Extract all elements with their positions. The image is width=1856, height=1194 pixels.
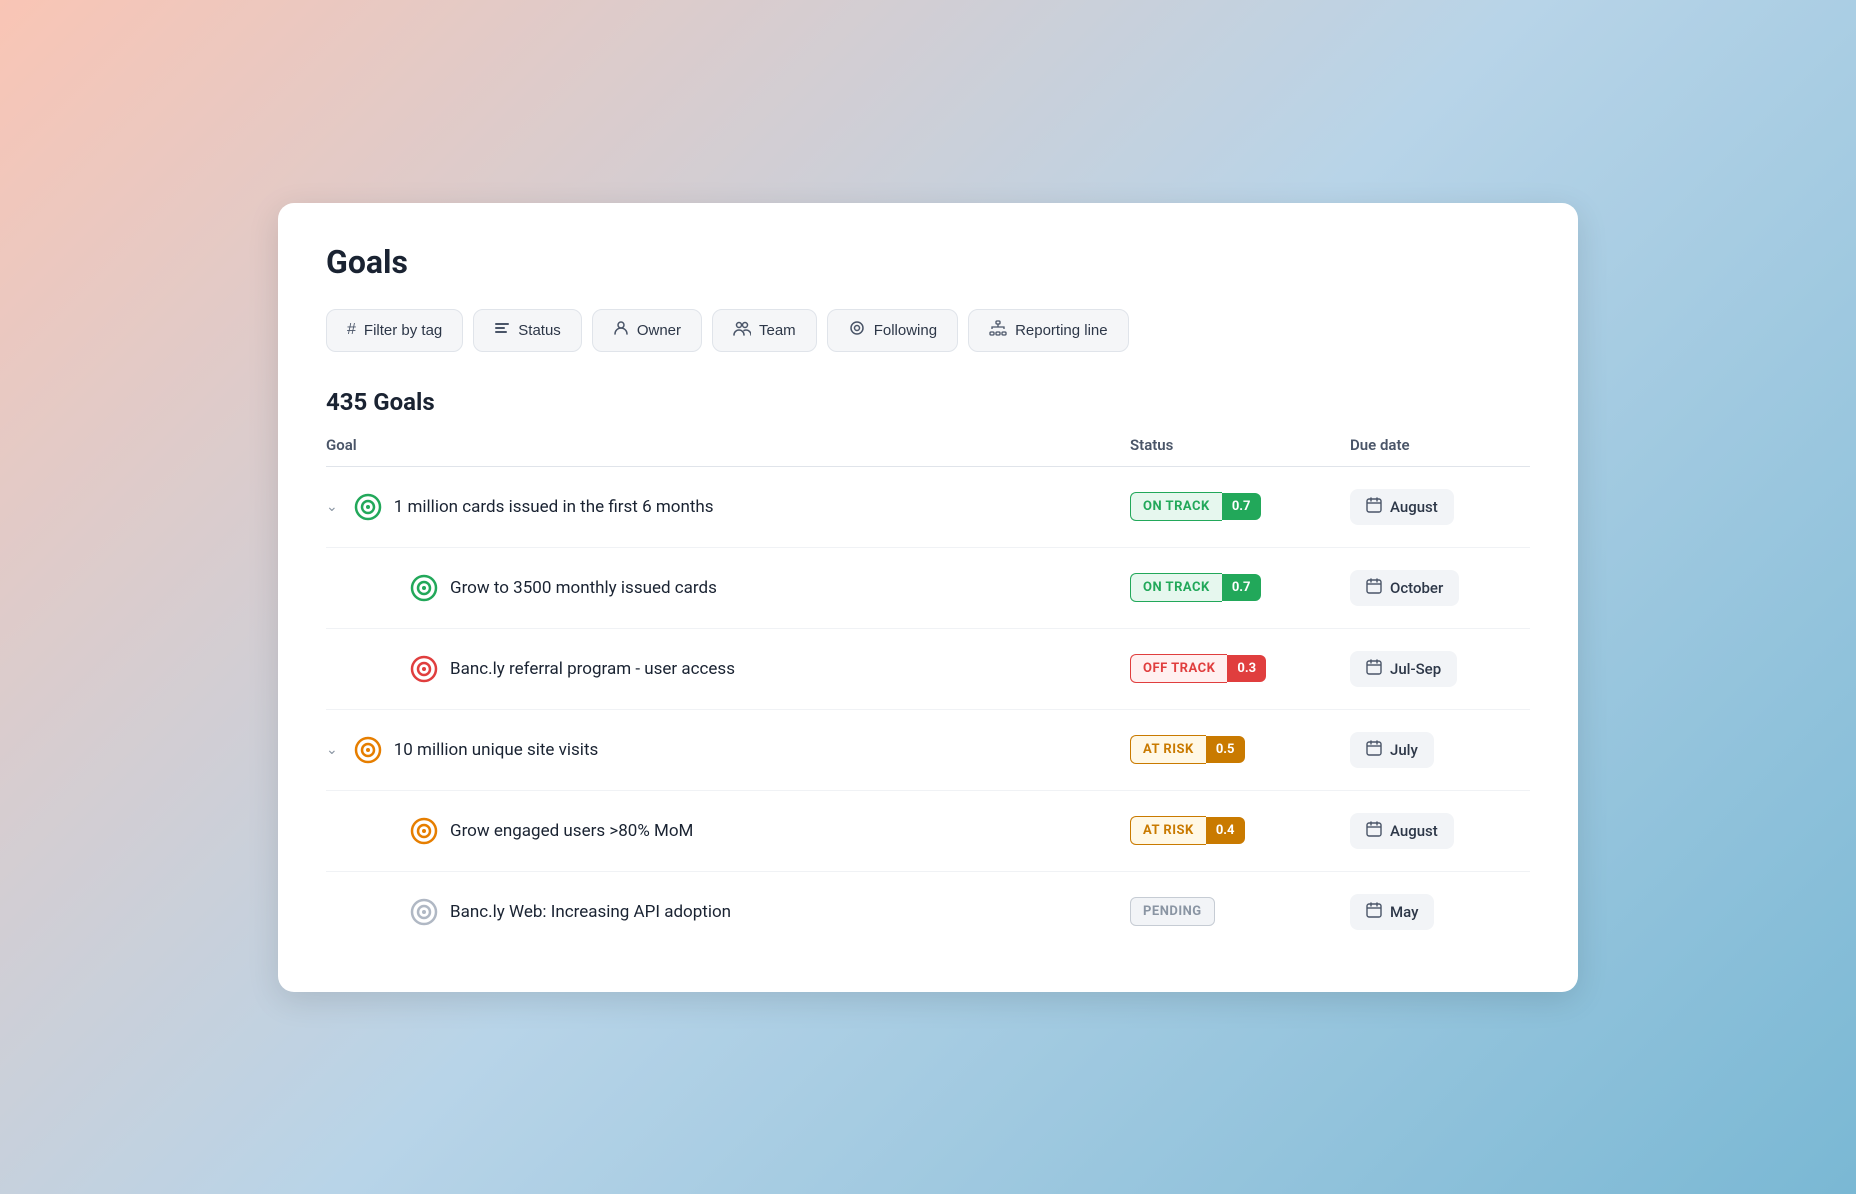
due-date-text: October bbox=[1390, 579, 1443, 597]
calendar-icon bbox=[1366, 578, 1382, 598]
following-filter-button[interactable]: Following bbox=[827, 309, 958, 352]
due-date-cell: Jul-Sep bbox=[1350, 651, 1530, 687]
goals-list: ⌄ 1 million cards issued in the first 6 … bbox=[326, 467, 1530, 952]
filter-bar: # Filter by tag Status Owner Team bbox=[326, 309, 1530, 352]
following-filter-label: Following bbox=[874, 322, 937, 339]
due-badge: July bbox=[1350, 732, 1434, 768]
reporting-line-filter-button[interactable]: Reporting line bbox=[968, 309, 1129, 352]
due-badge: August bbox=[1350, 489, 1454, 525]
goal-text: 1 million cards issued in the first 6 mo… bbox=[394, 497, 714, 517]
status-label: OFF TRACK bbox=[1130, 654, 1227, 683]
reporting-line-icon bbox=[989, 320, 1007, 341]
goals-card: Goals # Filter by tag Status Owner Team bbox=[278, 203, 1578, 992]
filter-by-tag-label: Filter by tag bbox=[364, 322, 442, 339]
status-label: PENDING bbox=[1130, 897, 1215, 926]
due-badge: October bbox=[1350, 570, 1459, 606]
status-score: 0.5 bbox=[1206, 736, 1245, 763]
calendar-icon bbox=[1366, 659, 1382, 679]
goal-status-icon bbox=[410, 574, 438, 602]
status-score: 0.7 bbox=[1222, 493, 1261, 520]
goal-info: ⌄ 1 million cards issued in the first 6 … bbox=[326, 493, 1130, 521]
status-filter-label: Status bbox=[518, 322, 561, 339]
due-date-cell: October bbox=[1350, 570, 1530, 606]
due-date-text: May bbox=[1390, 903, 1418, 921]
due-date-text: August bbox=[1390, 498, 1438, 516]
due-badge: Jul-Sep bbox=[1350, 651, 1457, 687]
table-row: ⌄ 10 million unique site visits AT RISK … bbox=[326, 710, 1530, 791]
due-date-text: July bbox=[1390, 741, 1418, 759]
goal-info: Banc.ly Web: Increasing API adoption bbox=[378, 898, 1130, 926]
status-icon bbox=[494, 320, 510, 341]
goals-count: 435 Goals bbox=[326, 388, 1530, 416]
owner-filter-button[interactable]: Owner bbox=[592, 309, 702, 352]
due-date-text: Jul-Sep bbox=[1390, 660, 1441, 678]
due-badge: May bbox=[1350, 894, 1434, 930]
status-label: ON TRACK bbox=[1130, 573, 1222, 602]
hash-icon: # bbox=[347, 321, 356, 339]
goal-status-icon bbox=[410, 655, 438, 683]
chevron-icon[interactable]: ⌄ bbox=[326, 742, 338, 758]
owner-icon bbox=[613, 320, 629, 341]
calendar-icon bbox=[1366, 740, 1382, 760]
due-date-cell: May bbox=[1350, 894, 1530, 930]
due-date-cell: August bbox=[1350, 813, 1530, 849]
goal-status-icon bbox=[354, 736, 382, 764]
reporting-line-filter-label: Reporting line bbox=[1015, 322, 1108, 339]
goal-status-icon bbox=[410, 898, 438, 926]
status-label: AT RISK bbox=[1130, 735, 1206, 764]
calendar-icon bbox=[1366, 821, 1382, 841]
col-goal-header: Goal bbox=[326, 436, 1130, 454]
goal-info: ⌄ 10 million unique site visits bbox=[326, 736, 1130, 764]
table-header: Goal Status Due date bbox=[326, 436, 1530, 467]
due-date-text: August bbox=[1390, 822, 1438, 840]
table-row: Banc.ly referral program - user access O… bbox=[326, 629, 1530, 710]
col-due-header: Due date bbox=[1350, 436, 1530, 454]
goal-info: Banc.ly referral program - user access bbox=[378, 655, 1130, 683]
status-label: AT RISK bbox=[1130, 816, 1206, 845]
goal-text: Grow engaged users >80% MoM bbox=[450, 821, 693, 841]
goal-status-icon bbox=[354, 493, 382, 521]
calendar-icon bbox=[1366, 497, 1382, 517]
owner-filter-label: Owner bbox=[637, 322, 681, 339]
status-filter-button[interactable]: Status bbox=[473, 309, 582, 352]
status-score: 0.7 bbox=[1222, 574, 1261, 601]
status-score: 0.4 bbox=[1206, 817, 1245, 844]
due-date-cell: July bbox=[1350, 732, 1530, 768]
goal-text: Banc.ly Web: Increasing API adoption bbox=[450, 902, 731, 922]
goal-text: 10 million unique site visits bbox=[394, 740, 599, 760]
page-title: Goals bbox=[326, 243, 1530, 281]
following-icon bbox=[848, 320, 866, 341]
filter-by-tag-button[interactable]: # Filter by tag bbox=[326, 309, 463, 352]
calendar-icon bbox=[1366, 902, 1382, 922]
team-filter-label: Team bbox=[759, 322, 796, 339]
due-date-cell: August bbox=[1350, 489, 1530, 525]
goal-text: Grow to 3500 monthly issued cards bbox=[450, 578, 717, 598]
status-score: 0.3 bbox=[1227, 655, 1266, 682]
goal-status-icon bbox=[410, 817, 438, 845]
goal-text: Banc.ly referral program - user access bbox=[450, 659, 735, 679]
goal-info: Grow to 3500 monthly issued cards bbox=[378, 574, 1130, 602]
chevron-icon[interactable]: ⌄ bbox=[326, 499, 338, 515]
table-row: ⌄ 1 million cards issued in the first 6 … bbox=[326, 467, 1530, 548]
team-filter-button[interactable]: Team bbox=[712, 309, 817, 352]
col-status-header: Status bbox=[1130, 436, 1350, 454]
table-row: Grow engaged users >80% MoM AT RISK 0.4 … bbox=[326, 791, 1530, 872]
team-icon bbox=[733, 320, 751, 341]
due-badge: August bbox=[1350, 813, 1454, 849]
goal-info: Grow engaged users >80% MoM bbox=[378, 817, 1130, 845]
status-label: ON TRACK bbox=[1130, 492, 1222, 521]
table-row: Grow to 3500 monthly issued cards ON TRA… bbox=[326, 548, 1530, 629]
table-row: Banc.ly Web: Increasing API adoption PEN… bbox=[326, 872, 1530, 952]
